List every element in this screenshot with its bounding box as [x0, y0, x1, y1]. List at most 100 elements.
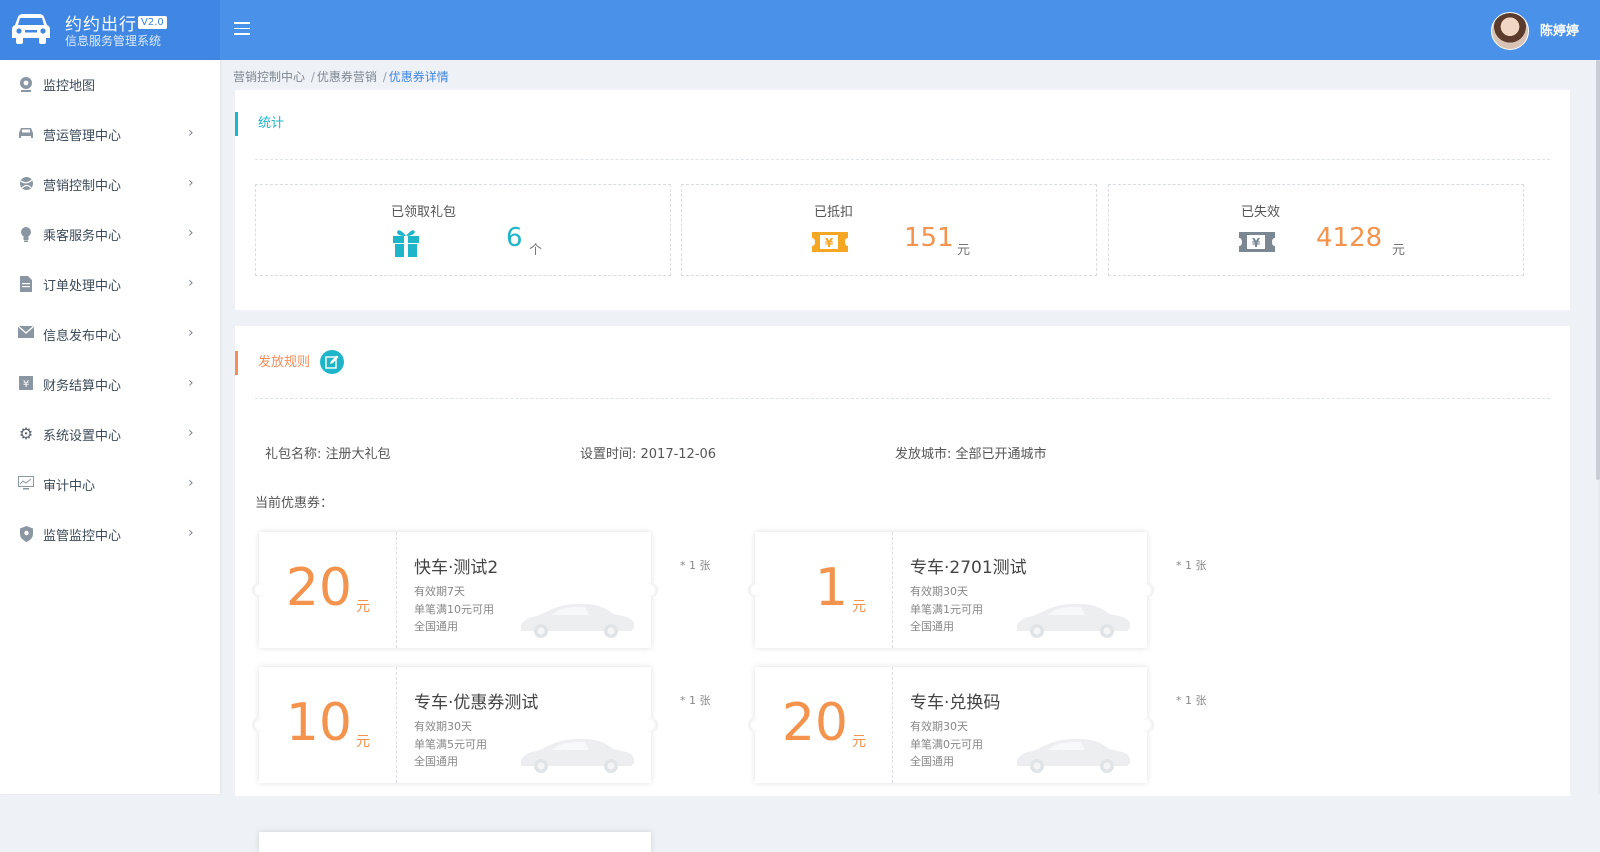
chevron-right-icon: › [188, 375, 194, 391]
stat-box-expired: 已失效 ¥ 4128 元 [1108, 184, 1524, 276]
sidebar-item-orders[interactable]: 订单处理中心 › [0, 260, 220, 310]
package-name: 礼包名称: 注册大礼包 [265, 447, 391, 462]
sidebar-item-label: 监控地图 [43, 79, 96, 94]
version-badge: V2.0 [138, 16, 167, 29]
sidebar-item-audit[interactable]: 审计中心 › [0, 460, 220, 510]
gear-icon: ⚙ [18, 424, 34, 443]
user-name[interactable]: 陈婷婷 [1540, 20, 1579, 39]
stats-panel: 统计 已领取礼包 6 个 已抵扣 ¥ 151 元 已失效 ¥ 4128 元 [235, 90, 1570, 310]
car-watermark-icon [1017, 738, 1131, 773]
coupon-name: 专车·2701测试 [910, 558, 1027, 578]
sidebar-item-regulatory[interactable]: 监管监控中心 › [0, 510, 220, 560]
coupon-name: 专车·优惠券测试 [414, 693, 539, 713]
breadcrumb-link[interactable]: 营销控制中心 [233, 70, 305, 84]
sidebar-item-label: 营销控制中心 [43, 179, 122, 194]
sidebar-item-label: 财务结算中心 [43, 379, 122, 394]
coupon-scope: 全国通用 [910, 755, 954, 768]
coupon-unit: 元 [356, 734, 370, 750]
expired-ticket-icon: ¥ [1239, 232, 1275, 252]
menu-toggle-icon[interactable] [234, 22, 250, 36]
coupon-unit: 元 [356, 599, 370, 615]
top-bar: 约约出行 V2.0 信息服务管理系统 陈婷婷 [0, 0, 1600, 60]
coupon-card[interactable]: 20 元 快车·测试2 有效期7天 单笔满10元可用 全国通用 [252, 532, 658, 648]
coupon-validity: 有效期30天 [414, 720, 472, 733]
coupon-qty: * 1 张 [680, 559, 711, 572]
ball-icon [18, 176, 34, 192]
breadcrumb-separator: / [310, 70, 315, 84]
chevron-right-icon: › [188, 475, 194, 491]
coupon-amount-area: 20 元 [755, 667, 893, 783]
bulb-icon [18, 226, 34, 242]
sidebar-item-monitor-map[interactable]: 监控地图 [0, 60, 220, 110]
stat-box-received: 已领取礼包 6 个 [255, 184, 671, 276]
car-watermark-icon [521, 738, 635, 773]
yuan-box-icon: ¥ [18, 376, 34, 392]
edit-icon[interactable] [320, 350, 344, 374]
notch [252, 718, 266, 732]
section-title-rules: 发放规则 [235, 351, 310, 375]
breadcrumb: 营销控制中心 / 优惠券营销 / 优惠券详情 [233, 68, 449, 85]
chevron-right-icon: › [188, 425, 194, 441]
scrollbar-thumb[interactable] [1596, 60, 1600, 480]
sidebar-item-marketing[interactable]: 营销控制中心 › [0, 160, 220, 210]
stat-unit: 个 [529, 243, 543, 258]
notch [644, 583, 658, 597]
coupon-card[interactable]: 20 元 专车·兑换码 有效期30天 单笔满0元可用 全国通用 [748, 667, 1154, 783]
chevron-right-icon: › [188, 275, 194, 291]
coupon-unit: 元 [852, 599, 866, 615]
chevron-right-icon: › [188, 175, 194, 191]
coupon-card[interactable]: 1 元 专车·2701测试 有效期30天 单笔满1元可用 全国通用 [748, 532, 1154, 648]
sidebar-item-label: 审计中心 [43, 479, 96, 494]
car-logo-icon [12, 14, 50, 44]
sidebar-item-settings[interactable]: ⚙ 系统设置中心 › [0, 410, 220, 460]
main-content: 营销控制中心 / 优惠券营销 / 优惠券详情 统计 已领取礼包 6 个 已抵扣 ¥ [220, 60, 1598, 852]
coupon-amount: 20 [781, 693, 848, 753]
breadcrumb-link[interactable]: 优惠券营销 [317, 70, 377, 84]
coupon-scope: 全国通用 [910, 620, 954, 633]
sidebar-item-label: 订单处理中心 [43, 279, 122, 294]
coupon-card-partial[interactable] [259, 832, 651, 852]
sidebar-item-label: 乘客服务中心 [43, 229, 122, 244]
current-coupons-label: 当前优惠券： [255, 496, 334, 511]
sidebar-item-publishing[interactable]: 信息发布中心 › [0, 310, 220, 360]
chevron-right-icon: › [188, 525, 194, 541]
divider [255, 398, 1550, 399]
chevron-right-icon: › [188, 325, 194, 341]
coupon-validity: 有效期7天 [414, 585, 465, 598]
set-time: 设置时间: 2017-12-06 [580, 447, 717, 462]
avatar[interactable] [1491, 12, 1529, 50]
sidebar-item-passenger-service[interactable]: 乘客服务中心 › [0, 210, 220, 260]
shield-icon [18, 526, 34, 542]
coupon-unit: 元 [852, 734, 866, 750]
coupon-validity: 有效期30天 [910, 720, 968, 733]
gift-icon [393, 230, 419, 257]
file-icon [18, 276, 34, 292]
coupon-scope: 全国通用 [414, 620, 458, 633]
coupon-name: 快车·测试2 [414, 558, 499, 578]
car-watermark-icon [1017, 603, 1131, 638]
map-pin-icon [18, 76, 34, 92]
sidebar-item-finance[interactable]: ¥ 财务结算中心 › [0, 360, 220, 410]
coupon-qty: * 1 张 [1176, 694, 1207, 707]
stat-value: 4128 [1316, 223, 1383, 253]
stat-box-deducted: 已抵扣 ¥ 151 元 [681, 184, 1097, 276]
sidebar-item-label: 营运管理中心 [43, 129, 122, 144]
coupon-condition: 单笔满10元可用 [414, 603, 494, 616]
coupon-card[interactable]: 10 元 专车·优惠券测试 有效期30天 单笔满5元可用 全国通用 [252, 667, 658, 783]
coupon-condition: 单笔满5元可用 [414, 738, 487, 751]
coupon-condition: 单笔满1元可用 [910, 603, 983, 616]
ticket-icon: ¥ [812, 232, 848, 252]
app-subtitle: 信息服务管理系统 [65, 34, 162, 48]
brand[interactable]: 约约出行 V2.0 信息服务管理系统 [0, 0, 220, 60]
coupon-amount: 1 [814, 558, 848, 618]
breadcrumb-separator: / [382, 70, 387, 84]
coupon-amount: 20 [285, 558, 352, 618]
rules-panel: 发放规则 礼包名称: 注册大礼包 设置时间: 2017-12-06 发放城市: … [235, 326, 1570, 852]
coupon-scope: 全国通用 [414, 755, 458, 768]
stat-value: 6 [506, 223, 523, 253]
car-icon [18, 126, 34, 142]
sidebar-item-operations[interactable]: 营运管理中心 › [0, 110, 220, 160]
stat-unit: 元 [1392, 243, 1406, 258]
sidebar-item-label: 监管监控中心 [43, 529, 122, 544]
sidebar-item-label: 系统设置中心 [43, 429, 122, 444]
